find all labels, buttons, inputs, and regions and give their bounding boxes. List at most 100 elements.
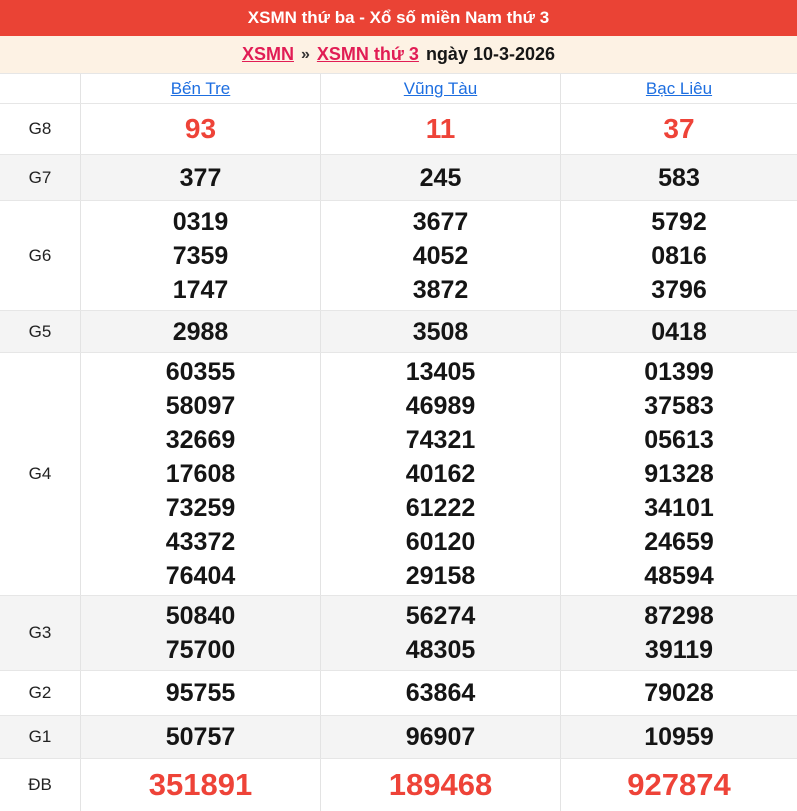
result-cell: 96907 <box>320 716 560 758</box>
prize-row-đb: ĐB 351891 189468 927874 <box>0 759 797 811</box>
result-cell: 351891 <box>80 759 320 811</box>
prize-number: 0418 <box>651 317 707 346</box>
result-cell: 01399 37583 05613 91328 34101 24659 48594 <box>560 353 797 595</box>
prize-number: 3796 <box>651 275 707 304</box>
result-cell: 2988 <box>80 311 320 352</box>
prize-number: 40162 <box>405 460 476 488</box>
prize-number: 87298 <box>644 602 714 630</box>
result-cell: 245 <box>320 155 560 200</box>
prize-row-g3: G3 50840 75700 56274 48305 87298 39119 <box>0 596 797 671</box>
breadcrumb-link-xsmn-thu-3[interactable]: XSMN thứ 3 <box>317 44 419 65</box>
prize-number: 95755 <box>165 679 236 707</box>
result-cell: 0418 <box>560 311 797 352</box>
prize-label: G8 <box>28 119 52 138</box>
result-cell: 50757 <box>80 716 320 758</box>
prize-number: 10959 <box>644 723 714 751</box>
lottery-results-page: XSMN thứ ba - Xổ số miền Nam thứ 3 XSMN … <box>0 0 797 811</box>
prize-number: 96907 <box>405 723 476 751</box>
column-link-bac-lieu[interactable]: Bạc Liêu <box>646 79 712 99</box>
prize-label: ĐB <box>28 775 52 794</box>
prize-number: 56274 <box>405 602 476 630</box>
breadcrumb: XSMN » XSMN thứ 3 ngày 10-3-2026 <box>0 36 797 73</box>
prize-row-g7: G7 377 245 583 <box>0 155 797 201</box>
prize-row-g6: G6 0319 7359 1747 3677 4052 3872 5792 0816 3796 <box>0 201 797 311</box>
prize-number: 63864 <box>405 679 476 707</box>
prize-number: 927874 <box>627 767 731 802</box>
prize-number: 351891 <box>148 767 253 802</box>
prize-number: 37 <box>663 113 695 144</box>
prize-label: G3 <box>28 623 52 642</box>
prize-number: 189468 <box>388 767 493 802</box>
result-cell: 3677 4052 3872 <box>320 201 560 310</box>
corner-cell <box>0 74 80 103</box>
prize-number: 50840 <box>165 602 236 630</box>
prize-number: 01399 <box>644 358 714 386</box>
prize-number: 93 <box>184 113 217 144</box>
prize-label: G4 <box>28 464 52 483</box>
result-cell: 5792 0816 3796 <box>560 201 797 310</box>
prize-number: 3872 <box>412 275 469 304</box>
result-cell: 0319 7359 1747 <box>80 201 320 310</box>
prize-number: 32669 <box>165 426 236 454</box>
prize-number: 17608 <box>165 460 236 488</box>
prize-number: 48594 <box>644 562 714 590</box>
result-cell: 95755 <box>80 671 320 715</box>
result-cell: 63864 <box>320 671 560 715</box>
prize-number: 3677 <box>412 207 469 236</box>
title-bar: XSMN thứ ba - Xổ số miền Nam thứ 3 <box>0 0 797 36</box>
prize-number: 37583 <box>644 392 714 420</box>
prize-number: 29158 <box>405 562 476 590</box>
column-link-vung-tau[interactable]: Vũng Tàu <box>404 79 477 99</box>
breadcrumb-date: ngày 10-3-2026 <box>425 44 556 64</box>
prize-number: 4052 <box>412 241 469 270</box>
prize-row-g4: G4 60355 58097 32669 17608 73259 43372 76404 134… <box>0 353 797 596</box>
prize-number: 74321 <box>405 426 476 454</box>
prize-number: 50757 <box>165 723 236 751</box>
prize-label: G2 <box>28 683 52 702</box>
result-cell: 3508 <box>320 311 560 352</box>
prize-number: 58097 <box>165 392 236 420</box>
prize-number: 5792 <box>651 207 707 236</box>
prize-number: 05613 <box>644 426 714 454</box>
column-header-cell: Vũng Tàu <box>320 74 560 103</box>
prize-label: G1 <box>28 727 52 746</box>
prize-number: 73259 <box>165 494 236 522</box>
prize-number: 48305 <box>405 636 476 664</box>
prize-number: 60120 <box>405 528 476 556</box>
prize-number: 13405 <box>405 358 476 386</box>
column-header-cell: Bến Tre <box>80 74 320 103</box>
result-cell: 10959 <box>560 716 797 758</box>
result-cell: 50840 75700 <box>80 596 320 670</box>
prize-number: 75700 <box>165 636 236 664</box>
prize-number: 60355 <box>165 358 236 386</box>
prize-number: 11 <box>425 113 456 144</box>
prize-row-g2: G2 95755 63864 79028 <box>0 671 797 716</box>
column-link-ben-tre[interactable]: Bến Tre <box>171 79 231 99</box>
prize-number: 34101 <box>644 494 714 522</box>
prize-number: 583 <box>658 163 700 192</box>
breadcrumb-separator: » <box>300 45 310 63</box>
result-cell: 13405 46989 74321 40162 61222 60120 29158 <box>320 353 560 595</box>
prize-number: 39119 <box>644 636 714 664</box>
result-cell: 87298 39119 <box>560 596 797 670</box>
prize-row-g8: G8 93 11 37 <box>0 104 797 155</box>
prize-number: 0816 <box>651 241 707 270</box>
breadcrumb-link-xsmn[interactable]: XSMN <box>242 44 294 65</box>
page-title: XSMN thứ ba - Xổ số miền Nam thứ 3 <box>247 8 550 27</box>
prize-label: G5 <box>28 321 52 341</box>
prize-number: 46989 <box>405 392 476 420</box>
result-cell: 56274 48305 <box>320 596 560 670</box>
prize-row-g1: G1 50757 96907 10959 <box>0 716 797 759</box>
result-cell: 60355 58097 32669 17608 73259 43372 76404 <box>80 353 320 595</box>
result-cell: 583 <box>560 155 797 200</box>
table-header-row: Bến Tre Vũng Tàu Bạc Liêu <box>0 74 797 104</box>
prize-number: 245 <box>419 163 462 192</box>
result-cell: 927874 <box>560 759 797 811</box>
result-cell: 37 <box>560 104 797 154</box>
prize-number: 61222 <box>405 494 476 522</box>
prize-number: 24659 <box>644 528 714 556</box>
prize-number: 76404 <box>165 562 236 590</box>
prize-number: 79028 <box>644 679 714 707</box>
prize-label: G6 <box>28 245 52 265</box>
result-cell: 79028 <box>560 671 797 715</box>
